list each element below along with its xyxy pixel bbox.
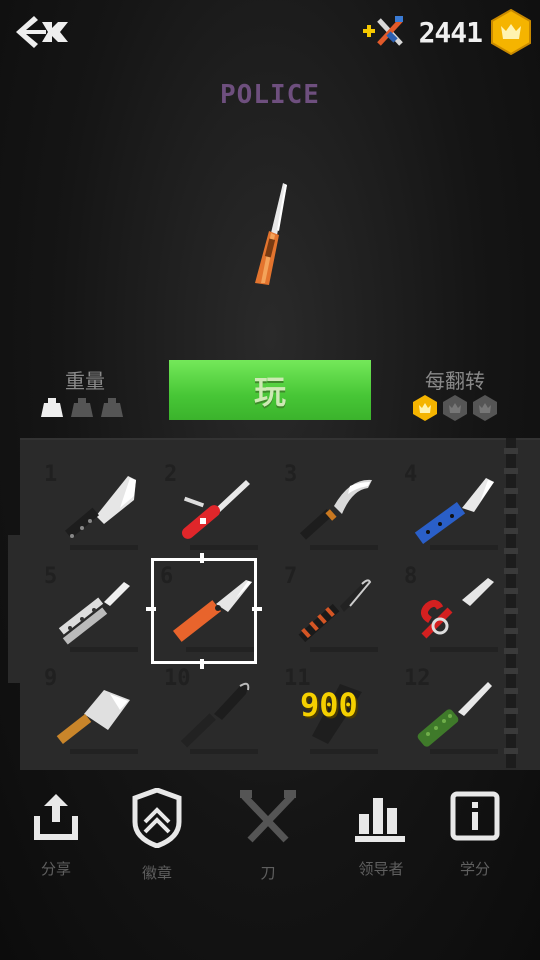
knife-slot-3[interactable]: 3 (280, 458, 400, 558)
knife-5-icon (58, 582, 130, 645)
coin-counter: 2441 (361, 8, 532, 56)
weight-icon-empty (71, 398, 93, 417)
knife-3-icon (299, 479, 372, 540)
nav-leaderboard[interactable]: 领导者 (331, 780, 431, 879)
nav-share[interactable]: 分享 (6, 780, 106, 879)
knife-10-icon (180, 682, 250, 748)
weight-icon-empty (101, 398, 123, 417)
knife-slot-7[interactable]: 7 (280, 560, 400, 660)
knife-6-icon (172, 580, 252, 642)
nav-leaderboard-label: 领导者 (358, 860, 404, 878)
leaderboard-icon (355, 798, 405, 842)
knife-name: POLICE (220, 80, 320, 110)
knife-slot-10[interactable]: 10 (160, 662, 280, 762)
knife-slot-5[interactable]: 5 (40, 560, 160, 660)
nav-badges-label: 徽章 (141, 864, 172, 882)
knife-slot-6[interactable]: 6 (156, 560, 276, 660)
nav-badges[interactable]: 徽章 (107, 780, 207, 883)
play-button[interactable]: 玩 (169, 360, 371, 420)
knife-slot-4[interactable]: 4 (400, 458, 520, 558)
nav-share-label: 分享 (40, 860, 71, 878)
knife-slot-12[interactable]: 12 (400, 662, 520, 762)
coin-reward-icon-filled (413, 395, 437, 421)
coin-reward-icon-empty (443, 395, 467, 421)
selected-knife-preview (255, 183, 287, 285)
flip-reward-indicator (412, 394, 502, 422)
nav-credits-label: 学分 (459, 860, 490, 878)
knife-4-icon (414, 478, 494, 544)
share-icon (34, 794, 78, 840)
knife-9-icon (56, 690, 130, 745)
knife-slot-9[interactable]: 9 (40, 662, 160, 762)
bottom-navigation: 分享 徽章 刀 领导者 学分 (0, 780, 540, 890)
knife-8-icon (421, 578, 494, 639)
knife-1-icon (64, 476, 136, 539)
nav-knives[interactable]: 刀 (218, 780, 318, 883)
knife-7-icon (298, 579, 372, 643)
flip-label: 每翻转 (425, 369, 485, 393)
knife-slot-8[interactable]: 8 (400, 560, 520, 660)
knife-slot-11-locked[interactable]: 11 900 (280, 662, 400, 762)
coin-reward-icon-empty (473, 395, 497, 421)
info-icon (450, 791, 500, 841)
knife-slot-2[interactable]: 2 (160, 458, 280, 558)
knife-12-icon (417, 682, 492, 747)
weight-icon-filled (41, 398, 63, 417)
play-label: 玩 (253, 373, 286, 411)
weight-label: 重量 (65, 369, 105, 393)
nav-credits[interactable]: 学分 (425, 780, 525, 879)
crossed-knives-icon (240, 790, 296, 843)
badge-icon (132, 788, 182, 848)
coin-count: 2441 (418, 15, 483, 49)
knife-slot-1[interactable]: 1 (40, 458, 160, 558)
back-button[interactable] (12, 10, 76, 54)
knife-2-icon (181, 480, 250, 539)
back-arrow-icon (16, 16, 68, 48)
gold-coin-icon (491, 9, 531, 55)
nav-knives-label: 刀 (260, 864, 276, 882)
knife-price: 900 (300, 686, 358, 724)
weight-indicator (40, 396, 130, 418)
add-knives-icon[interactable] (361, 12, 411, 52)
